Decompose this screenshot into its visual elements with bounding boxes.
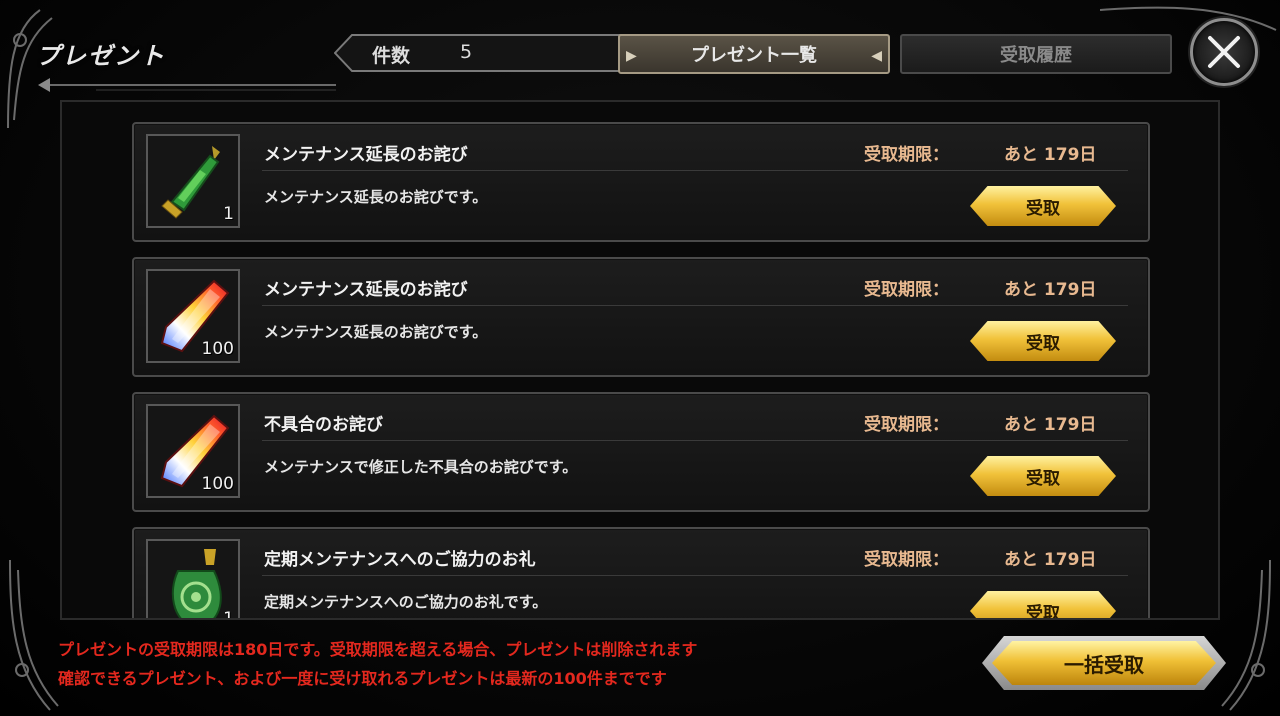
deadline-label: 受取期限：: [864, 280, 949, 300]
item-quantity: 1: [223, 204, 234, 224]
card-divider: [262, 170, 1128, 171]
item-description: メンテナンス延長のお詫びです。: [264, 188, 488, 206]
item-name: 定期メンテナンスへのご協力のお礼: [264, 550, 536, 570]
card-divider: [262, 440, 1128, 441]
item-description: メンテナンス延長のお詫びです。: [264, 323, 488, 341]
item-quantity: 100: [201, 339, 234, 359]
present-card: 100 メンテナンス延長のお詫び メンテナンス延長のお詫びです。 受取期限： あ…: [132, 257, 1150, 377]
count-label: 件数: [372, 45, 411, 67]
receive-button[interactable]: 受取: [970, 456, 1116, 496]
tab-present-list[interactable]: ▶ プレゼント一覧 ◀: [618, 34, 890, 74]
deadline-value: あと 179日: [1004, 280, 1097, 300]
item-thumbnail: 100: [146, 269, 240, 363]
receive-button[interactable]: 受取: [970, 591, 1116, 618]
notice-text-line1: プレゼントの受取期限は180日です。受取期限を超える場合、プレゼントは削除されま…: [58, 640, 698, 659]
deadline-label: 受取期限：: [864, 145, 949, 165]
chevron-right-icon: ▶: [626, 48, 637, 64]
tab-receive-history-label: 受取履歴: [1000, 45, 1072, 66]
deadline-label: 受取期限：: [864, 550, 949, 570]
present-card: 100 不具合のお詫び メンテナンスで修正した不具合のお詫びです。 受取期限： …: [132, 392, 1150, 512]
item-description: メンテナンスで修正した不具合のお詫びです。: [264, 458, 578, 476]
tab-present-list-label: プレゼント一覧: [691, 45, 817, 66]
page-title: プレゼント: [36, 42, 166, 70]
item-description: 定期メンテナンスへのご協力のお礼です。: [264, 593, 548, 611]
receive-button[interactable]: 受取: [970, 321, 1116, 361]
deadline-label: 受取期限：: [864, 415, 949, 435]
card-divider: [262, 575, 1128, 576]
item-quantity: 100: [201, 474, 234, 494]
title-underline-ornament: [38, 78, 336, 92]
item-thumbnail: 1: [146, 134, 240, 228]
close-button[interactable]: [1190, 18, 1258, 86]
item-thumbnail: 1: [146, 539, 240, 620]
deadline-value: あと 179日: [1004, 415, 1097, 435]
close-icon: [1208, 36, 1240, 68]
card-divider: [262, 305, 1128, 306]
item-quantity: 1: [223, 609, 234, 620]
item-name: メンテナンス延長のお詫び: [264, 280, 468, 300]
present-card: 1 メンテナンス延長のお詫び メンテナンス延長のお詫びです。 受取期限： あと …: [132, 122, 1150, 242]
count-value: 5: [460, 41, 473, 63]
notice-text-line2: 確認できるプレゼント、および一度に受け取れるプレゼントは最新の100件までです: [58, 669, 667, 688]
present-card: 1 定期メンテナンスへのご協力のお礼 定期メンテナンスへのご協力のお礼です。 受…: [132, 527, 1150, 620]
item-thumbnail: 100: [146, 404, 240, 498]
bulk-receive-button[interactable]: 一括受取: [992, 641, 1216, 685]
present-list-panel[interactable]: 1 メンテナンス延長のお詫び メンテナンス延長のお詫びです。 受取期限： あと …: [60, 100, 1220, 620]
deadline-value: あと 179日: [1004, 550, 1097, 570]
chevron-left-icon: ◀: [871, 48, 882, 64]
receive-button[interactable]: 受取: [970, 186, 1116, 226]
tab-receive-history[interactable]: 受取履歴: [900, 34, 1172, 74]
item-name: メンテナンス延長のお詫び: [264, 145, 468, 165]
item-name: 不具合のお詫び: [264, 415, 383, 435]
deadline-value: あと 179日: [1004, 145, 1097, 165]
